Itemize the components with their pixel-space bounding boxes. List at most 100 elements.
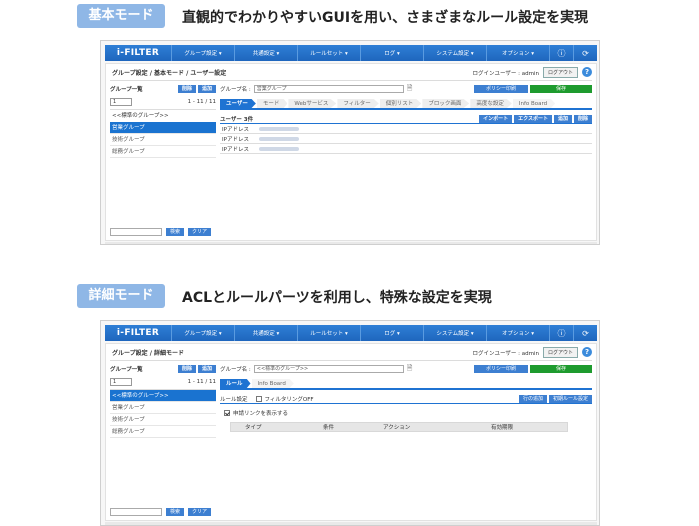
show-link-label: 申請リンクを表示する [233,411,289,417]
login-user: ログインユーザー : admin [472,70,539,77]
info-icon[interactable]: ⓘ [549,325,573,341]
menu-ruleset[interactable]: ルールセット ▾ [297,45,360,61]
page-select[interactable]: 1 [110,98,132,106]
search-button[interactable]: 検索 [166,228,185,236]
table-row[interactable]: IPアドレス [220,144,592,154]
group-item-tech[interactable]: 技術グループ [110,134,216,146]
tab-user[interactable]: ユーザー [220,99,256,108]
delete-user-button[interactable]: 削除 [573,114,592,123]
group-name-input[interactable]: 営業グループ [253,85,404,93]
top-navigation: i-FILTER グループ設定 ▾ 共通設定 ▾ ルールセット ▾ ログ ▾ シ… [105,45,597,61]
menu-system-settings[interactable]: システム設定 ▾ [423,45,486,61]
group-item-standard[interactable]: <<標準のグループ>> [110,390,216,402]
menu-group-settings[interactable]: グループ設定 ▾ [171,325,234,341]
logout-button[interactable]: ログアウト [542,67,578,78]
menu-options[interactable]: オプション ▾ [486,45,549,61]
menu-options[interactable]: オプション ▾ [486,325,549,341]
tab-individual-list[interactable]: 個別リスト [379,99,422,108]
masked-value [258,146,299,151]
menu-log[interactable]: ログ ▾ [360,325,423,341]
refresh-icon[interactable]: ⟳ [573,325,597,341]
page-select[interactable]: 1 [110,378,132,386]
tab-advanced[interactable]: 高度な設定 [470,99,512,108]
logout-button[interactable]: ログアウト [542,347,578,358]
table-row[interactable]: IPアドレス [220,124,592,134]
menu-common-settings[interactable]: 共通設定 ▾ [234,325,297,341]
rule-table-header: タイプ 条件 アクション 有効期限 [230,422,568,432]
group-name-label: グループ名 : [220,87,251,93]
group-list: <<標準のグループ>> 営業グループ 技術グループ 総務グループ [110,109,216,158]
menu-group-settings[interactable]: グループ設定 ▾ [171,45,234,61]
group-item-general[interactable]: 総務グループ [110,146,216,158]
mode-label: 詳細モード [77,284,165,308]
menu-system-settings[interactable]: システム設定 ▾ [423,325,486,341]
paging-info: 1 - 11 / 11 [187,379,216,385]
help-icon[interactable]: ? [582,347,592,357]
rule-setting-label: ルール設定 [220,396,248,403]
top-navigation: i-FILTER グループ設定 ▾ 共通設定 ▾ ルールセット ▾ ログ ▾ シ… [105,325,597,341]
login-area: ログインユーザー : admin ログアウト [472,347,578,358]
save-button[interactable]: 保存 [529,365,592,373]
user-count: ユーザー 3件 [220,116,254,123]
tab-rule[interactable]: ルール [220,379,251,388]
group-item-standard[interactable]: <<標準のグループ>> [110,110,216,122]
tab-info-board[interactable]: Info Board [512,99,556,108]
group-list-pane: グループ一覧 削除 追加 1 1 - 11 / 11 <<標準のグループ>> 営… [110,364,216,518]
export-button[interactable]: エクスポート [514,114,552,123]
group-search-input[interactable] [110,508,162,516]
tab-bar: ユーザー モード Webサービス フィルター 個別リスト ブロック画面 高度な設… [220,99,592,110]
main-panel: グループ設定 / 基本モード / ユーザー設定 ログインユーザー : admin… [105,63,597,241]
menu-common-settings[interactable]: 共通設定 ▾ [234,45,297,61]
footer-bar [105,242,597,244]
mode-description: ACLとルールパーツを利用し、特殊な設定を実現 [182,290,492,306]
group-list-label: グループ一覧 [110,87,143,93]
ip-label: IPアドレス [222,126,249,133]
col-type: タイプ [245,425,262,431]
clear-button[interactable]: クリア [188,228,212,236]
group-list: <<標準のグループ>> 営業グループ 技術グループ 総務グループ [110,389,216,438]
add-user-button[interactable]: 追加 [553,114,572,123]
paging-info: 1 - 11 / 11 [187,99,216,105]
tab-block-screen[interactable]: ブロック画面 [422,99,470,108]
save-button[interactable]: 保存 [529,85,592,93]
filtering-off-checkbox[interactable] [255,395,262,402]
app-logo: i-FILTER [116,328,160,338]
group-item-sales[interactable]: 営業グループ [110,402,216,414]
tab-web-service[interactable]: Webサービス [288,99,337,108]
group-item-general[interactable]: 総務グループ [110,426,216,438]
divider [110,80,592,81]
delete-group-button[interactable]: 削除 [177,85,196,93]
group-item-sales[interactable]: 営業グループ [110,122,216,134]
login-user: ログインユーザー : admin [472,350,539,357]
menu-ruleset[interactable]: ルールセット ▾ [297,325,360,341]
col-expiry: 有効期限 [491,425,514,431]
clear-button[interactable]: クリア [188,508,212,516]
tab-mode[interactable]: モード [256,99,288,108]
ip-label: IPアドレス [222,136,249,143]
tab-info-board[interactable]: Info Board [251,379,294,388]
refresh-icon[interactable]: ⟳ [573,45,597,61]
screenshot-frame: i-FILTER グループ設定 ▾ 共通設定 ▾ ルールセット ▾ ログ ▾ シ… [100,320,600,526]
tab-filter[interactable]: フィルター [337,99,379,108]
show-link-checkbox[interactable] [224,410,230,416]
initial-rule-button[interactable]: 初期ルール設定 [548,394,592,403]
group-name-label: グループ名 : [220,367,251,373]
policy-print-button[interactable]: ポリシー印刷 [473,365,528,373]
document-icon[interactable]: 🗎 [407,84,413,95]
group-list-pane: グループ一覧 削除 追加 1 1 - 11 / 11 <<標準のグループ>> 営… [110,84,216,238]
policy-print-button[interactable]: ポリシー印刷 [473,85,528,93]
delete-group-button[interactable]: 削除 [177,365,196,373]
help-icon[interactable]: ? [582,67,592,77]
group-name-input[interactable]: <<標準のグループ>> [253,365,404,373]
add-group-button[interactable]: 追加 [197,85,216,93]
add-row-button[interactable]: 行の追加 [518,394,547,403]
search-button[interactable]: 検索 [166,508,185,516]
add-group-button[interactable]: 追加 [197,365,216,373]
group-search-input[interactable] [110,228,162,236]
table-row[interactable]: IPアドレス [220,134,592,144]
import-button[interactable]: インポート [479,114,513,123]
group-item-tech[interactable]: 技術グループ [110,414,216,426]
menu-log[interactable]: ログ ▾ [360,45,423,61]
info-icon[interactable]: ⓘ [549,45,573,61]
document-icon[interactable]: 🗎 [407,364,413,375]
